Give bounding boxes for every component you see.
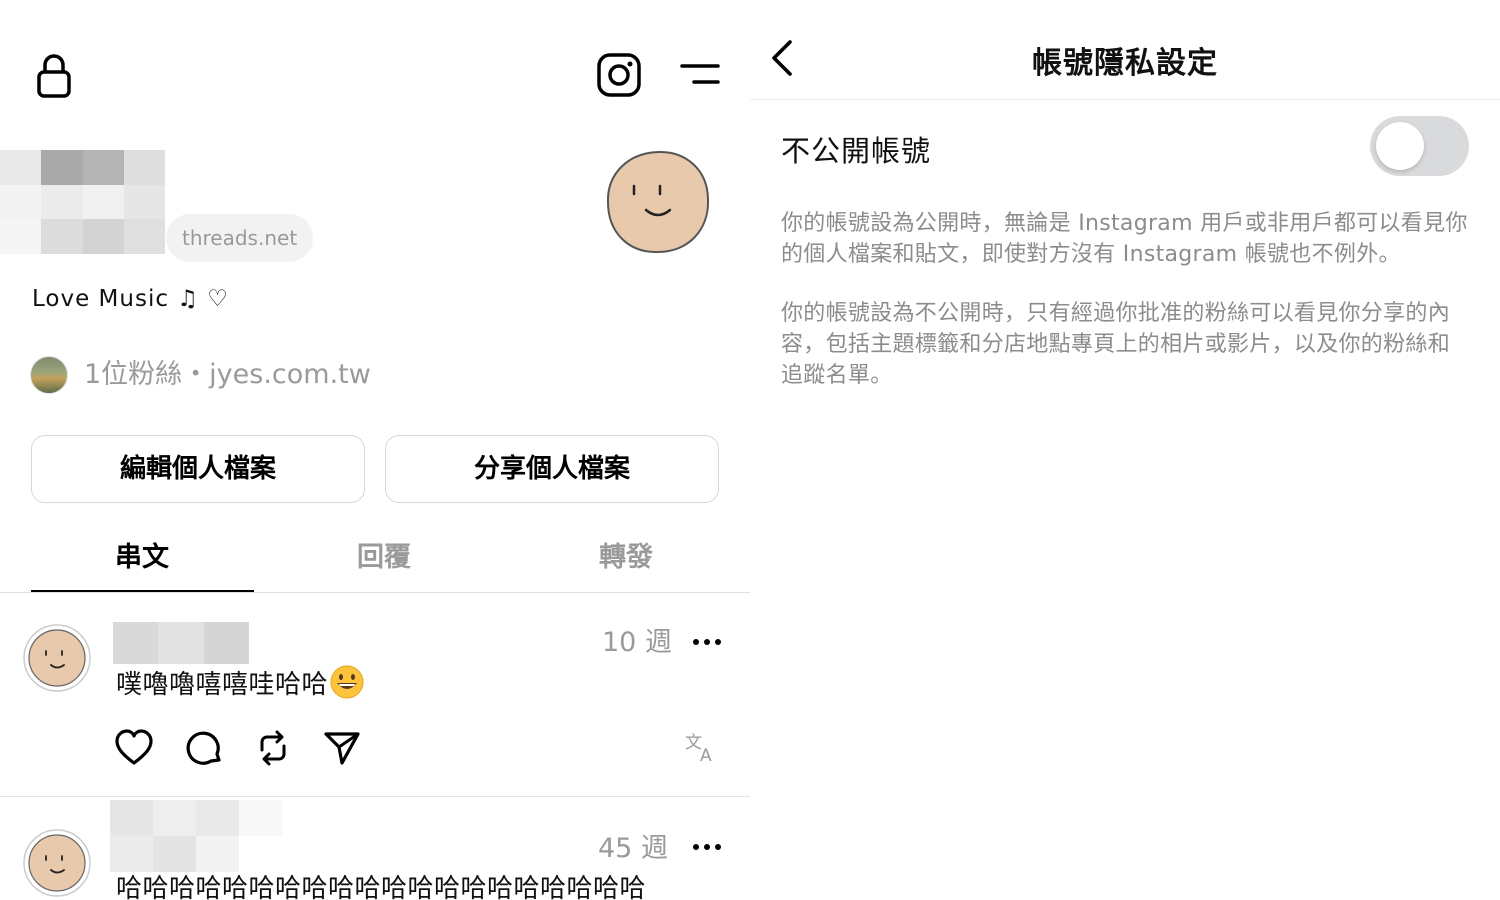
tabs-divider <box>0 592 750 593</box>
post-text-content: 噗嚕嚕嘻嘻哇哈哈 <box>116 670 329 700</box>
comment-icon[interactable] <box>184 728 224 768</box>
post-author-name-blurred[interactable] <box>113 622 249 664</box>
follower-avatar[interactable] <box>30 356 68 394</box>
lock-icon[interactable] <box>34 52 74 100</box>
tab-replies[interactable]: 回覆 <box>284 538 484 578</box>
instagram-icon[interactable] <box>596 52 642 98</box>
post-timestamp: 45 週 <box>598 833 668 864</box>
post-author-name-blurred[interactable] <box>110 800 282 872</box>
post-author-avatar[interactable] <box>22 623 92 693</box>
svg-text:A: A <box>700 746 712 764</box>
post-timestamp: 10 週 <box>602 627 672 658</box>
threads-profile-panel: threads.net Love Music ♫ ♡ 1位粉絲・jyes.com… <box>0 0 750 900</box>
public-account-description: 你的帳號設為公開時，無論是 Instagram 用戶或非用戶都可以看見你的個人檔… <box>781 211 1468 267</box>
share-send-icon[interactable] <box>322 728 362 768</box>
like-heart-icon[interactable] <box>114 728 154 768</box>
threads-domain-chip[interactable]: threads.net <box>166 214 314 262</box>
tab-threads[interactable]: 串文 <box>42 538 242 578</box>
more-options-icon[interactable] <box>692 837 722 850</box>
tab-reposts[interactable]: 轉發 <box>526 538 726 578</box>
post-text: 哈哈哈哈哈哈哈哈哈哈哈哈哈哈哈哈哈哈哈哈 <box>116 874 647 900</box>
share-profile-button[interactable]: 分享個人檔案 <box>385 435 719 503</box>
repost-icon[interactable] <box>253 728 293 768</box>
post-author-avatar[interactable] <box>22 828 92 898</box>
privacy-settings-panel: 帳號隱私設定 不公開帳號 你的帳號設為公開時，無論是 Instagram 用戶或… <box>750 0 1500 900</box>
private-account-label: 不公開帳號 <box>781 134 932 168</box>
private-account-description: 你的帳號設為不公開時，只有經過你批准的粉絲可以看見你分享的內容，包括主題標籤和分… <box>781 301 1451 388</box>
menu-icon[interactable] <box>678 58 722 92</box>
private-account-toggle[interactable] <box>1370 116 1469 176</box>
post-divider <box>0 796 750 797</box>
more-options-icon[interactable] <box>692 632 722 645</box>
back-chevron-icon[interactable] <box>766 38 796 78</box>
toggle-knob <box>1376 122 1424 170</box>
profile-bio: Love Music ♫ ♡ <box>32 286 229 312</box>
post-text: 噗嚕嚕嘻嘻哇哈哈 <box>116 664 364 701</box>
grinning-face-emoji-icon <box>330 665 364 699</box>
page-title: 帳號隱私設定 <box>1032 46 1218 81</box>
followers-and-link[interactable]: 1位粉絲・jyes.com.tw <box>84 356 371 394</box>
profile-name-blurred <box>0 150 165 254</box>
profile-avatar[interactable] <box>604 148 712 256</box>
edit-profile-button[interactable]: 編輯個人檔案 <box>31 435 365 503</box>
translate-icon[interactable]: 文 A <box>684 730 718 766</box>
header-divider <box>750 99 1500 100</box>
